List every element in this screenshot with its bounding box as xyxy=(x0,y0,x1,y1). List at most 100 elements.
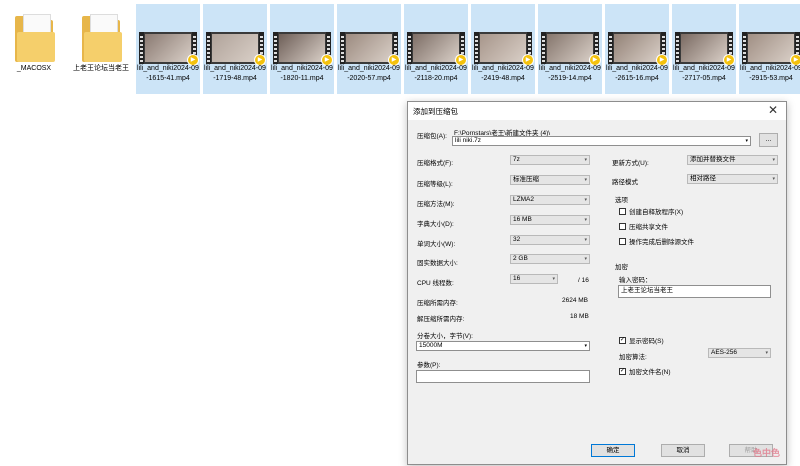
level-select[interactable]: 标准压缩 ▾ xyxy=(510,175,590,185)
video-thumbnail-icon: ▶ xyxy=(675,32,735,66)
file-label: lili_and_niki2024-09-2118-20.mp4 xyxy=(405,65,467,82)
params-input[interactable] xyxy=(416,370,590,383)
video-file-item[interactable]: ▶ lili_and_niki2024-09-2020-57.mp4 xyxy=(337,4,401,94)
chevron-down-icon: ▾ xyxy=(584,256,587,262)
enc-method-value: AES-256 xyxy=(711,349,738,356)
chevron-down-icon: ▾ xyxy=(584,237,587,243)
params-label: 参数(P): xyxy=(417,362,441,369)
file-label: lili_and_niki2024-09-2717-05.mp4 xyxy=(673,65,735,82)
video-file-item[interactable]: ▶ lili_and_niki2024-09-1615-41.mp4 xyxy=(136,4,200,94)
dict-select[interactable]: 16 MB ▾ xyxy=(510,215,590,225)
word-select[interactable]: 32 ▾ xyxy=(510,235,590,245)
video-file-item[interactable]: ▶ lili_and_niki2024-09-2615-16.mp4 xyxy=(605,4,669,94)
show-password-checkbox[interactable]: ✓ 显示密码(S) xyxy=(619,335,664,345)
password-input[interactable]: 上老王论坛当老王 xyxy=(618,285,771,298)
folder-item[interactable]: 上老王论坛当老王 xyxy=(69,4,133,94)
dict-label: 字典大小(D): xyxy=(417,221,454,228)
checkbox-box: ✓ xyxy=(619,336,626,344)
video-thumbnail-icon: ▶ xyxy=(474,32,534,66)
split-combobox[interactable]: 15000M ▾ xyxy=(416,341,590,351)
ok-button[interactable]: 确定 xyxy=(591,444,635,457)
enc-method-select[interactable]: AES-256 ▾ xyxy=(708,348,771,358)
watermark-logo: 色中色 xyxy=(752,448,780,458)
chevron-down-icon: ▾ xyxy=(772,176,775,182)
cpu-select[interactable]: 16 ▾ xyxy=(510,274,558,284)
method-select[interactable]: LZMA2 ▾ xyxy=(510,195,590,205)
archive-label: 压缩包(A): xyxy=(417,133,447,140)
level-value: 标准压缩 xyxy=(513,176,539,183)
mem-decomp-value: 18 MB xyxy=(570,313,589,320)
encryption-group-title: 加密 xyxy=(615,264,628,271)
chevron-down-icon: ▾ xyxy=(772,157,775,163)
delete-after-checkbox[interactable]: 操作完成后删除源文件 xyxy=(619,236,694,246)
cpu-label: CPU 线程数: xyxy=(417,280,454,287)
archive-name-combobox[interactable]: lili niki.7z ▾ xyxy=(452,136,751,146)
chevron-down-icon: ▾ xyxy=(552,276,555,282)
path-mode-value: 相对路径 xyxy=(690,175,716,182)
cancel-button[interactable]: 取消 xyxy=(661,444,705,457)
method-value: LZMA2 xyxy=(513,196,534,203)
close-icon[interactable]: ✕ xyxy=(768,103,778,117)
chevron-down-icon: ▾ xyxy=(584,177,587,183)
file-label: lili_and_niki2024-09-2419-48.mp4 xyxy=(472,65,534,82)
file-label: lili_and_niki2024-09-2915-53.mp4 xyxy=(740,65,800,82)
solid-select[interactable]: 2 GB ▾ xyxy=(510,254,590,264)
chevron-down-icon: ▾ xyxy=(584,197,587,203)
cpu-value: 16 xyxy=(513,275,521,282)
options-group-title: 选项 xyxy=(615,197,628,204)
file-label: lili_and_niki2024-09-2020-57.mp4 xyxy=(338,65,400,82)
chevron-down-icon: ▾ xyxy=(584,217,587,223)
video-file-item[interactable]: ▶ lili_and_niki2024-09-2519-14.mp4 xyxy=(538,4,602,94)
checkbox-box xyxy=(619,222,626,230)
mem-comp-label: 压缩所需内存: xyxy=(417,300,458,307)
folder-icon xyxy=(82,12,122,62)
add-to-archive-dialog: 添加到压缩包 ✕ 压缩包(A): F:\Pornstars\老王\新建文件夹 (… xyxy=(407,101,787,465)
update-select[interactable]: 添加并替换文件 ▾ xyxy=(687,155,778,165)
sfx-label: 创建自释放程序(X) xyxy=(629,209,684,216)
path-mode-label: 路径模式 xyxy=(612,179,638,186)
video-thumbnail-icon: ▶ xyxy=(340,32,400,66)
video-file-item[interactable]: ▶ lili_and_niki2024-09-2717-05.mp4 xyxy=(672,4,736,94)
encrypt-names-checkbox[interactable]: ✓ 加密文件名(N) xyxy=(619,366,671,376)
format-select[interactable]: 7z ▾ xyxy=(510,155,590,165)
file-label: lili_and_niki2024-09-1719-48.mp4 xyxy=(204,65,266,82)
update-value: 添加并替换文件 xyxy=(690,156,736,163)
cpu-total: / 16 xyxy=(578,277,589,284)
update-label: 更新方式(U): xyxy=(612,160,649,167)
video-thumbnail-icon: ▶ xyxy=(608,32,668,66)
video-thumbnail-icon: ▶ xyxy=(407,32,467,66)
solid-value: 2 GB xyxy=(513,255,528,262)
solid-label: 固实数据大小: xyxy=(417,260,458,267)
browse-button[interactable]: ... xyxy=(759,133,778,147)
checkbox-box xyxy=(619,237,626,245)
file-label: lili_and_niki2024-09-2519-14.mp4 xyxy=(539,65,601,82)
path-mode-select[interactable]: 相对路径 ▾ xyxy=(687,174,778,184)
video-file-item[interactable]: ▶ lili_and_niki2024-09-1719-48.mp4 xyxy=(203,4,267,94)
video-file-item[interactable]: ▶ lili_and_niki2024-09-2118-20.mp4 xyxy=(404,4,468,94)
method-label: 压缩方法(M): xyxy=(417,201,455,208)
video-file-item[interactable]: ▶ lili_and_niki2024-09-1820-11.mp4 xyxy=(270,4,334,94)
mem-comp-value: 2624 MB xyxy=(562,297,589,304)
file-label: lili_and_niki2024-09-1820-11.mp4 xyxy=(271,65,333,82)
encrypt-names-label: 加密文件名(N) xyxy=(629,369,671,376)
file-label: lili_and_niki2024-09-1615-41.mp4 xyxy=(137,65,199,82)
video-file-item[interactable]: ▶ lili_and_niki2024-09-2915-53.mp4 xyxy=(739,4,800,94)
video-thumbnail-icon: ▶ xyxy=(139,32,199,66)
video-file-item[interactable]: ▶ lili_and_niki2024-09-2419-48.mp4 xyxy=(471,4,535,94)
chevron-down-icon: ▾ xyxy=(765,350,768,356)
shared-files-checkbox[interactable]: 压缩共享文件 xyxy=(619,221,668,231)
video-thumbnail-icon: ▶ xyxy=(742,32,800,66)
word-label: 单词大小(W): xyxy=(417,241,456,248)
mem-decomp-label: 解压缩所需内存: xyxy=(417,316,465,323)
sfx-checkbox[interactable]: 创建自释放程序(X) xyxy=(619,206,683,216)
video-thumbnail-icon: ▶ xyxy=(273,32,333,66)
enc-method-label: 加密算法: xyxy=(619,354,647,361)
checkbox-box xyxy=(619,207,626,215)
chevron-down-icon: ▾ xyxy=(745,138,748,144)
folder-item[interactable]: _MACOSX xyxy=(2,4,66,94)
split-label: 分卷大小，字节(V): xyxy=(417,333,473,340)
chevron-down-icon: ▾ xyxy=(584,343,587,349)
format-label: 压缩格式(F): xyxy=(417,160,454,167)
file-label: _MACOSX xyxy=(16,65,52,72)
file-label: 上老王论坛当老王 xyxy=(73,65,129,72)
